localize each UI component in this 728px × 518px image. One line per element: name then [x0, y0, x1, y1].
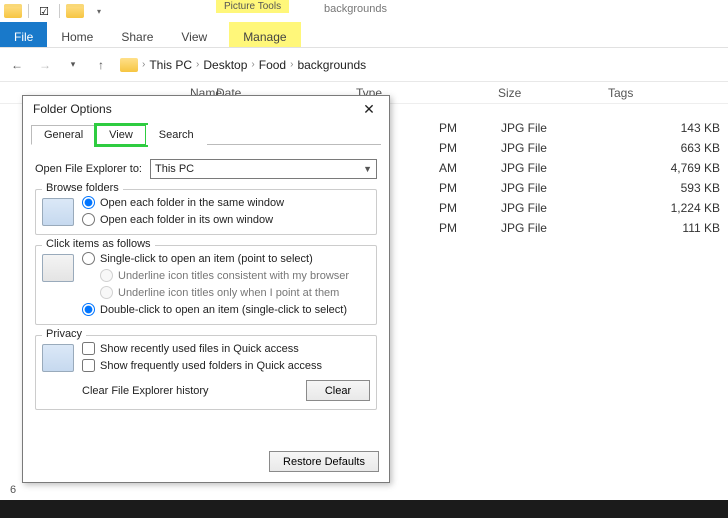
cell-type: JPG File — [493, 141, 625, 155]
radio-single-click[interactable]: Single-click to open an item (point to s… — [82, 252, 370, 265]
folder-icon — [66, 2, 84, 20]
breadcrumb[interactable]: › This PC › Desktop › Food › backgrounds — [120, 58, 720, 72]
status-item-count: 6 — [10, 484, 16, 496]
tab-view[interactable]: View — [96, 125, 146, 145]
cell-type: JPG File — [493, 161, 625, 175]
radio-underline-point: Underline icon titles only when I point … — [100, 286, 370, 299]
nav-forward-icon[interactable]: → — [36, 56, 54, 74]
tab-home[interactable]: Home — [47, 22, 107, 47]
chevron-right-icon: › — [196, 59, 199, 70]
chevron-right-icon: › — [142, 59, 145, 70]
check-recent-files[interactable]: Show recently used files in Quick access — [82, 342, 370, 355]
group-legend: Privacy — [42, 328, 86, 340]
clear-history-label: Clear File Explorer history — [82, 385, 209, 397]
radio-input[interactable] — [82, 196, 95, 209]
checkbox-input[interactable] — [82, 342, 95, 355]
nav-back-icon[interactable]: ← — [8, 56, 26, 74]
radio-own-window[interactable]: Open each folder in its own window — [82, 213, 370, 226]
open-explorer-to-combo[interactable]: This PC ▼ — [150, 159, 377, 179]
separator — [59, 4, 60, 18]
cell-size: 111 KB — [624, 221, 728, 235]
crumb[interactable]: This PC — [149, 58, 192, 72]
check-frequent-folders[interactable]: Show frequently used folders in Quick ac… — [82, 359, 370, 372]
checkbox-input[interactable] — [82, 359, 95, 372]
clear-button[interactable]: Clear — [306, 380, 370, 401]
combo-value: This PC — [155, 163, 194, 175]
dialog-body: Open File Explorer to: This PC ▼ Browse … — [31, 144, 381, 447]
radio-input[interactable] — [82, 213, 95, 226]
radio-input — [100, 269, 113, 282]
privacy-group: Privacy Show recently used files in Quic… — [35, 335, 377, 410]
close-icon: ✕ — [363, 101, 375, 118]
tab-file[interactable]: File — [0, 22, 47, 47]
open-explorer-to-row: Open File Explorer to: This PC ▼ — [35, 159, 377, 179]
col-tags[interactable]: Tags — [600, 86, 728, 100]
tab-search[interactable]: Search — [146, 125, 207, 145]
crumb[interactable]: Food — [259, 58, 286, 72]
tab-manage[interactable]: Manage — [229, 22, 300, 47]
radio-label: Underline icon titles only when I point … — [118, 287, 339, 299]
cell-type: JPG File — [493, 221, 625, 235]
chevron-right-icon: › — [251, 59, 254, 70]
restore-defaults-button[interactable]: Restore Defaults — [269, 451, 379, 472]
folder-icon — [4, 2, 22, 20]
crumb[interactable]: Desktop — [203, 58, 247, 72]
cell-size: 663 KB — [624, 141, 728, 155]
browse-folders-group: Browse folders Open each folder in the s… — [35, 189, 377, 235]
dialog-tabs: General View Search — [23, 124, 389, 144]
group-legend: Click items as follows — [42, 238, 155, 250]
check-label: Show recently used files in Quick access — [100, 343, 299, 355]
separator — [28, 4, 29, 18]
dialog-footer: Restore Defaults — [23, 447, 389, 482]
cell-type: JPG File — [493, 121, 625, 135]
cell-type: JPG File — [493, 201, 625, 215]
click-items-group: Click items as follows Single-click to o… — [35, 245, 377, 325]
tab-view[interactable]: View — [167, 22, 221, 47]
cell-type: JPG File — [493, 181, 625, 195]
cell-size: 143 KB — [624, 121, 728, 135]
open-explorer-to-label: Open File Explorer to: — [35, 163, 142, 175]
dropdown-icon[interactable]: ▾ — [90, 2, 108, 20]
radio-double-click[interactable]: Double-click to open an item (single-cli… — [82, 303, 370, 316]
dialog-title: Folder Options — [33, 102, 112, 116]
nav-up-icon[interactable]: ↑ — [92, 56, 110, 74]
radio-input[interactable] — [82, 252, 95, 265]
privacy-icon — [42, 344, 74, 372]
tab-share[interactable]: Share — [107, 22, 167, 47]
checkbox-icon[interactable]: ☑ — [35, 2, 53, 20]
radio-input[interactable] — [82, 303, 95, 316]
tab-general[interactable]: General — [31, 125, 96, 145]
radio-label: Underline icon titles consistent with my… — [118, 270, 349, 282]
cursor-icon — [42, 254, 74, 282]
button-label: Clear — [325, 385, 351, 397]
ribbon-tabs: File Home Share View Manage — [0, 22, 728, 48]
address-bar-row: ← → ▾ ↑ › This PC › Desktop › Food › bac… — [0, 48, 728, 82]
button-label: Restore Defaults — [283, 456, 365, 468]
radio-label: Double-click to open an item (single-cli… — [100, 304, 347, 316]
chevron-right-icon: › — [290, 59, 293, 70]
cell-size: 4,769 KB — [624, 161, 728, 175]
radio-label: Single-click to open an item (point to s… — [100, 253, 313, 265]
radio-label: Open each folder in the same window — [100, 197, 284, 209]
col-size[interactable]: Size — [490, 86, 600, 100]
dialog-titlebar: Folder Options ✕ — [23, 96, 389, 122]
radio-underline-browser: Underline icon titles consistent with my… — [100, 269, 370, 282]
close-button[interactable]: ✕ — [355, 99, 383, 119]
group-legend: Browse folders — [42, 182, 123, 194]
window-icon — [42, 198, 74, 226]
window-title: backgrounds — [324, 3, 387, 15]
radio-same-window[interactable]: Open each folder in the same window — [82, 196, 370, 209]
cell-size: 593 KB — [624, 181, 728, 195]
crumb[interactable]: backgrounds — [297, 58, 366, 72]
cell-size: 1,224 KB — [624, 201, 728, 215]
folder-icon — [120, 58, 138, 72]
radio-label: Open each folder in its own window — [100, 214, 273, 226]
taskbar-strip — [0, 500, 728, 518]
context-tools-label: Picture Tools — [216, 0, 289, 13]
radio-input — [100, 286, 113, 299]
check-label: Show frequently used folders in Quick ac… — [100, 360, 322, 372]
folder-options-dialog: Folder Options ✕ General View Search Ope… — [22, 95, 390, 483]
nav-recent-icon[interactable]: ▾ — [64, 56, 82, 74]
chevron-down-icon: ▼ — [363, 164, 372, 174]
